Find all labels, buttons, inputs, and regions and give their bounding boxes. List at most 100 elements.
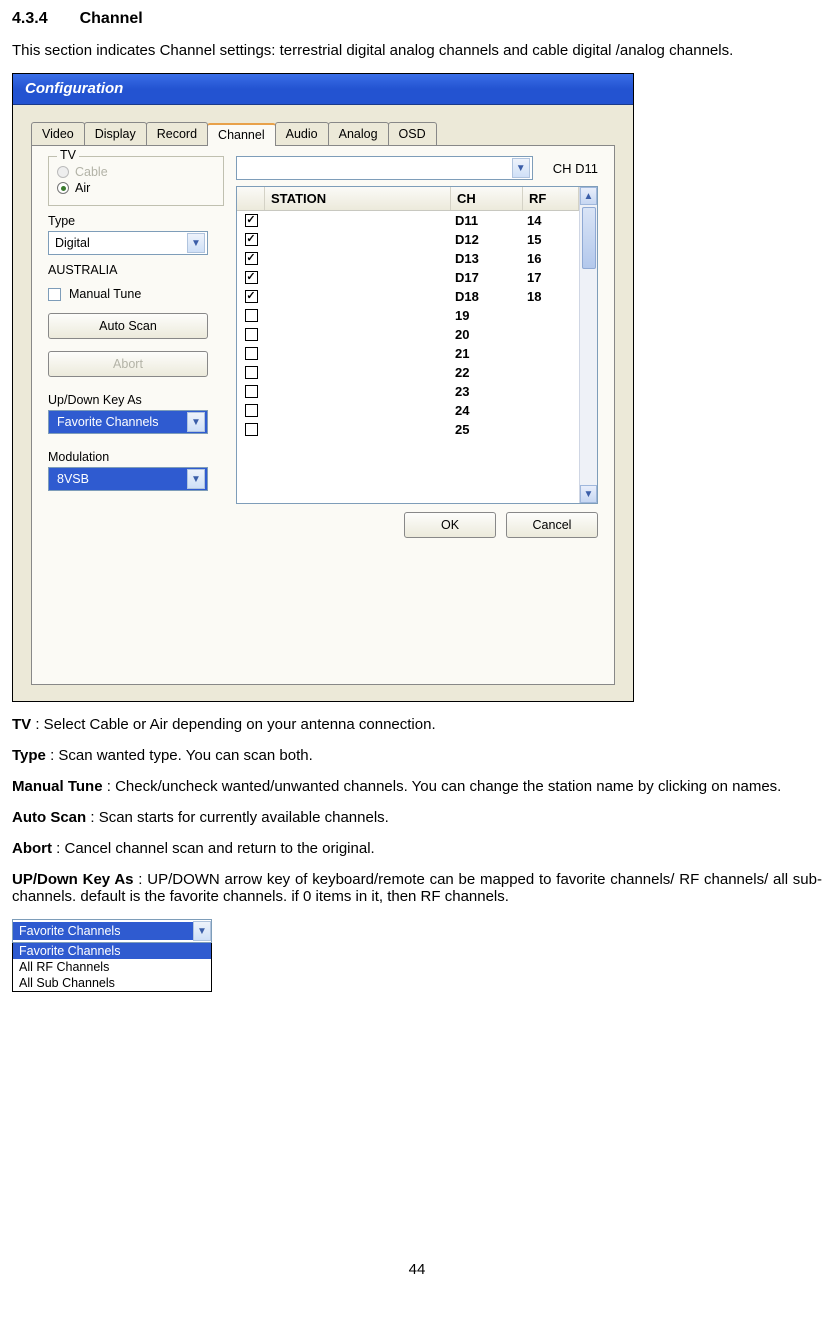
channel-station[interactable] [265,251,451,266]
channel-row[interactable]: 25 [237,420,579,439]
channel-checkbox[interactable] [245,404,258,417]
channel-checkbox[interactable] [245,309,258,322]
channel-checkbox[interactable]: ✓ [245,271,258,284]
channel-checkbox[interactable]: ✓ [245,214,258,227]
tab-record[interactable]: Record [146,122,208,145]
dropdown-figure-list: Favorite Channels All RF Channels All Su… [12,943,212,992]
radio-air[interactable]: Air [57,181,215,195]
header-rf[interactable]: RF [523,187,579,210]
desc-abort: Abort : Cancel channel scan and return t… [12,840,822,857]
channel-ch: 21 [451,346,523,361]
channel-station[interactable] [265,403,451,418]
channel-ch: 22 [451,365,523,380]
channel-row[interactable]: 24 [237,401,579,420]
channel-rf: 15 [523,232,579,247]
scroll-down-icon[interactable]: ▼ [580,485,597,503]
radio-air-dot[interactable] [57,182,69,194]
ok-button[interactable]: OK [404,512,496,538]
channel-row[interactable]: ✓D1316 [237,249,579,268]
channel-checkbox[interactable] [245,347,258,360]
dropdown-option[interactable]: All Sub Channels [13,975,211,991]
tab-analog[interactable]: Analog [328,122,389,145]
dropdown-option[interactable]: All RF Channels [13,959,211,975]
channel-row[interactable]: 21 [237,344,579,363]
channel-checkbox[interactable] [245,366,258,379]
channel-station[interactable] [265,365,451,380]
modulation-label: Modulation [48,450,224,464]
tab-osd[interactable]: OSD [388,122,437,145]
cancel-button[interactable]: Cancel [506,512,598,538]
channel-ch: D11 [451,213,523,228]
channel-ch: D17 [451,270,523,285]
chevron-down-icon[interactable]: ▼ [193,921,211,941]
channel-row[interactable]: ✓D1215 [237,230,579,249]
tv-groupbox: TV Cable Air [48,156,224,206]
channel-name-combo[interactable]: ▼ [236,156,533,180]
tab-audio[interactable]: Audio [275,122,329,145]
channel-checkbox[interactable] [245,385,258,398]
dropdown-figure-head[interactable]: Favorite Channels ▼ [12,919,212,943]
channel-row[interactable]: 20 [237,325,579,344]
channel-ch: D13 [451,251,523,266]
abort-button: Abort [48,351,208,377]
channel-row[interactable]: 22 [237,363,579,382]
scroll-up-icon[interactable]: ▲ [580,187,597,205]
channel-list-scrollbar[interactable]: ▲ ▼ [579,187,597,503]
type-select[interactable]: Digital ▼ [48,231,208,255]
channel-row[interactable]: 19 [237,306,579,325]
channel-checkbox[interactable]: ✓ [245,233,258,246]
channel-checkbox[interactable] [245,328,258,341]
configuration-window: Configuration Video Display Record Chann… [12,73,634,702]
scroll-track[interactable] [580,271,597,485]
radio-cable-label: Cable [75,165,108,179]
country-label: AUSTRALIA [48,263,224,277]
text-type: : Scan wanted type. You can scan both. [46,747,313,764]
channel-station[interactable] [265,308,451,323]
manual-tune-row[interactable]: Manual Tune [48,287,224,301]
term-tv: TV [12,716,31,733]
channel-station[interactable] [265,270,451,285]
page-number: 44 [0,1261,834,1278]
tab-video[interactable]: Video [31,122,85,145]
channel-station[interactable] [265,232,451,247]
tab-channel[interactable]: Channel [207,123,276,146]
chevron-down-icon[interactable]: ▼ [187,412,205,432]
chevron-down-icon[interactable]: ▼ [512,158,530,178]
channel-row[interactable]: ✓D1114 [237,211,579,230]
channel-station[interactable] [265,384,451,399]
channel-row[interactable]: ✓D1717 [237,268,579,287]
chevron-down-icon[interactable]: ▼ [187,469,205,489]
channel-station[interactable] [265,213,451,228]
text-tv: : Select Cable or Air depending on your … [31,716,435,733]
dropdown-figure-selected: Favorite Channels [13,922,193,940]
channel-checkbox[interactable]: ✓ [245,290,258,303]
term-manual: Manual Tune [12,778,103,795]
channel-list-header: STATION CH RF [237,187,579,211]
dropdown-option[interactable]: Favorite Channels [13,943,211,959]
section-number: 4.3.4 [12,10,48,27]
manual-tune-checkbox[interactable] [48,288,61,301]
header-ch[interactable]: CH [451,187,523,210]
channel-ch: 23 [451,384,523,399]
channel-station[interactable] [265,327,451,342]
channel-row[interactable]: 23 [237,382,579,401]
modulation-select-value: 8VSB [55,471,91,487]
header-station[interactable]: STATION [265,187,451,210]
channel-ch: 20 [451,327,523,342]
channel-checkbox[interactable]: ✓ [245,252,258,265]
channel-station[interactable] [265,346,451,361]
scroll-thumb[interactable] [582,207,596,269]
channel-station[interactable] [265,422,451,437]
desc-updown: UP/Down Key As : UP/DOWN arrow key of ke… [12,871,822,905]
updown-select[interactable]: Favorite Channels ▼ [48,410,208,434]
tab-display[interactable]: Display [84,122,147,145]
chevron-down-icon[interactable]: ▼ [187,233,205,253]
text-autoscan: : Scan starts for currently available ch… [86,809,389,826]
modulation-select[interactable]: 8VSB ▼ [48,467,208,491]
term-type: Type [12,747,46,764]
auto-scan-button[interactable]: Auto Scan [48,313,208,339]
channel-checkbox[interactable] [245,423,258,436]
desc-manual: Manual Tune : Check/uncheck wanted/unwan… [12,778,822,795]
channel-row[interactable]: ✓D1818 [237,287,579,306]
channel-station[interactable] [265,289,451,304]
